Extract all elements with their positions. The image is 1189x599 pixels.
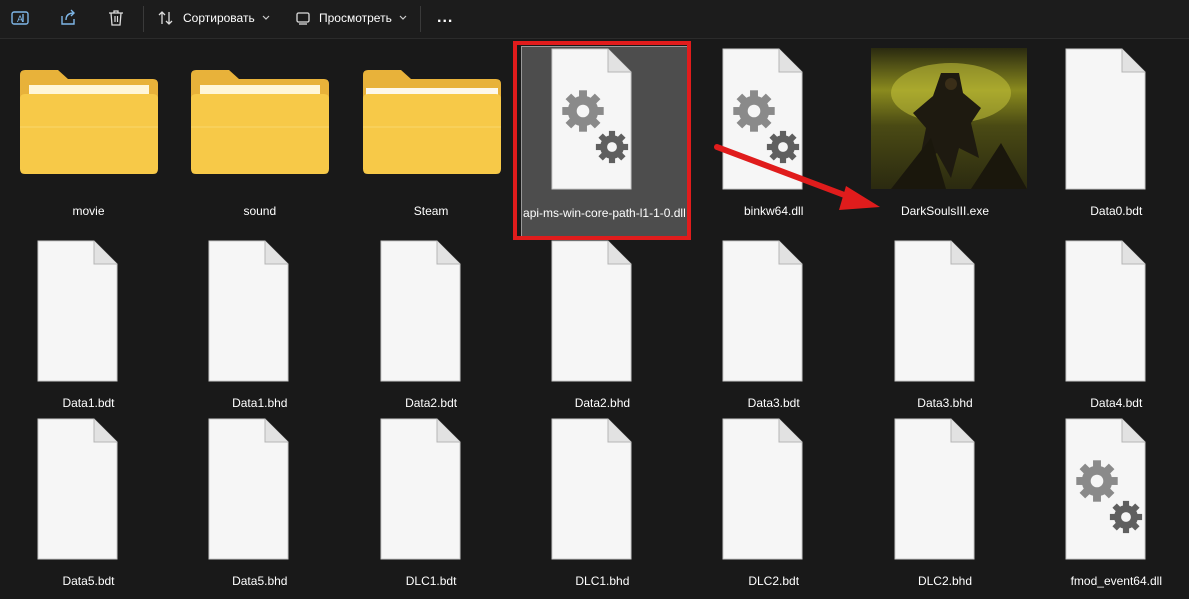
view-button[interactable]: Просмотреть <box>295 0 407 36</box>
folder-icon <box>174 39 345 199</box>
file-name-label: Data5.bdt <box>62 574 115 588</box>
rename-icon: A <box>11 11 29 25</box>
file-name-label: Data0.bdt <box>1090 204 1143 218</box>
file-icon <box>346 409 517 569</box>
file-item[interactable]: Steam <box>346 39 517 229</box>
file-icon <box>346 231 517 391</box>
file-icon <box>3 409 174 569</box>
command-bar: A Сортировать Просмотреть ... <box>0 0 1189 39</box>
sort-icon <box>158 11 173 25</box>
file-icon <box>174 231 345 391</box>
file-item[interactable]: Data1.bdt <box>3 231 174 421</box>
file-name-label: Steam <box>413 204 449 218</box>
file-item[interactable]: Data3.bhd <box>860 231 1031 421</box>
toolbar-divider <box>420 6 421 32</box>
file-item[interactable]: binkw64.dll <box>688 39 859 229</box>
file-icon <box>3 231 174 391</box>
svg-text:A: A <box>17 14 23 24</box>
view-icon <box>296 12 310 25</box>
sort-button[interactable]: Сортировать <box>157 0 270 36</box>
file-item[interactable]: fmod_event64.dll <box>1031 409 1189 599</box>
file-item[interactable]: Data2.bdt <box>346 231 517 421</box>
game-thumbnail-icon <box>860 39 1031 199</box>
file-item[interactable]: Data5.bhd <box>174 409 345 599</box>
dll-file-icon <box>1031 409 1189 569</box>
folder-icon <box>3 39 174 199</box>
trash-icon <box>109 10 123 26</box>
file-name-label: movie <box>72 204 105 218</box>
file-icon <box>1031 39 1189 199</box>
file-name-label: DLC1.bdt <box>405 574 457 588</box>
file-item[interactable]: Data2.bhd <box>517 231 688 421</box>
file-name-label: Data5.bhd <box>232 574 288 588</box>
file-item[interactable]: DLC1.bdt <box>346 409 517 599</box>
file-item[interactable]: Data0.bdt <box>1031 39 1189 229</box>
view-label: Просмотреть <box>319 11 392 25</box>
toolbar-divider <box>143 6 144 32</box>
file-item[interactable]: Data5.bdt <box>3 409 174 599</box>
more-options-button[interactable]: ... <box>437 0 453 36</box>
file-icon <box>688 409 859 569</box>
rename-button[interactable]: A <box>10 0 30 36</box>
file-icon <box>1031 231 1189 391</box>
file-icon <box>517 231 688 391</box>
file-icon <box>174 409 345 569</box>
file-item[interactable]: sound <box>174 39 345 229</box>
more-icon: ... <box>437 9 454 26</box>
chevron-down-icon <box>262 15 270 20</box>
file-item[interactable]: movie <box>3 39 174 229</box>
file-name-label: fmod_event64.dll <box>1070 574 1162 588</box>
file-item[interactable]: DLC2.bhd <box>860 409 1031 599</box>
dll-file-icon <box>688 39 859 199</box>
file-name-label: DLC2.bhd <box>917 574 973 588</box>
file-icon <box>517 409 688 569</box>
file-item[interactable]: Data3.bdt <box>688 231 859 421</box>
file-item[interactable]: DarkSoulsIII.exe <box>860 39 1031 229</box>
file-item[interactable]: DLC1.bhd <box>517 409 688 599</box>
file-name-label: DLC2.bdt <box>748 574 800 588</box>
file-icon <box>860 231 1031 391</box>
file-name-label: DarkSoulsIII.exe <box>900 204 990 218</box>
delete-button[interactable] <box>106 0 126 36</box>
file-name-label: sound <box>243 204 277 218</box>
folder-icon <box>346 39 517 199</box>
file-item[interactable]: Data4.bdt <box>1031 231 1189 421</box>
annotation-highlight-box <box>513 41 691 240</box>
file-name-label: binkw64.dll <box>744 204 804 218</box>
share-icon <box>61 9 75 25</box>
sort-label: Сортировать <box>183 11 255 25</box>
chevron-down-icon <box>399 15 407 20</box>
file-icon <box>860 409 1031 569</box>
file-item[interactable]: DLC2.bdt <box>688 409 859 599</box>
file-name-label: DLC1.bhd <box>575 574 630 588</box>
share-button[interactable] <box>58 0 78 36</box>
file-icon <box>688 231 859 391</box>
file-item[interactable]: Data1.bhd <box>174 231 345 421</box>
